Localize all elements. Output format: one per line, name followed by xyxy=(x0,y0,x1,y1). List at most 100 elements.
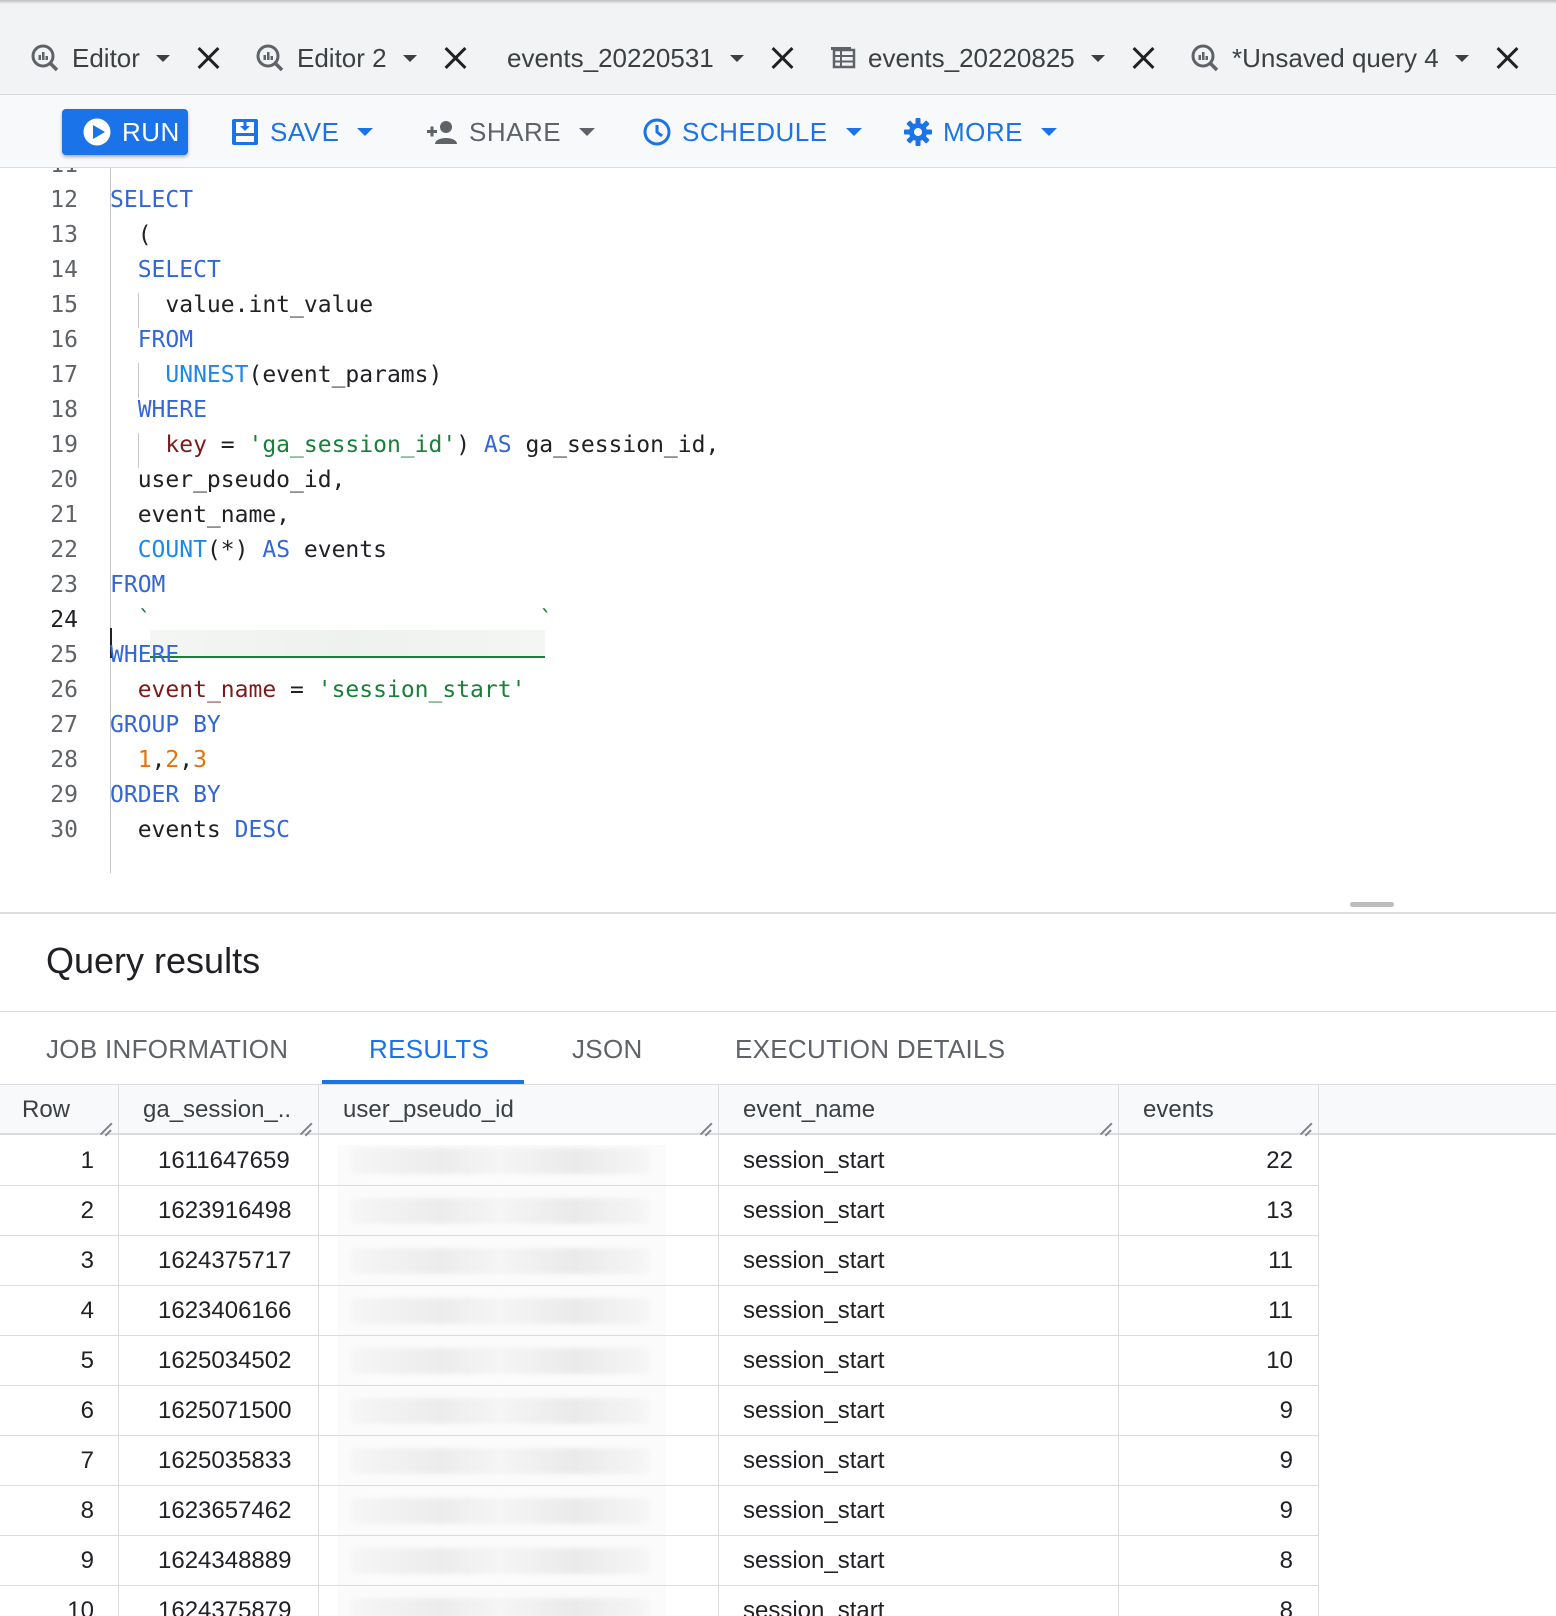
tab-job-information[interactable]: JOB INFORMATION xyxy=(46,1034,288,1065)
tab-results[interactable]: RESULTS xyxy=(369,1034,489,1065)
line-number: 15 xyxy=(50,292,78,318)
line-number: 27 xyxy=(50,712,78,738)
redacted-user-pseudo-id-cell xyxy=(350,1248,650,1274)
ga-session-id-cell: 1625034502 xyxy=(158,1347,292,1374)
column-resize-icon[interactable] xyxy=(98,1121,112,1135)
redacted-user-pseudo-id-cell xyxy=(350,1298,650,1324)
table-row[interactable]: 3 1624375717 session_start 11 xyxy=(0,1236,1318,1286)
code-text: value.int_value xyxy=(110,292,374,318)
column-resize-icon[interactable] xyxy=(298,1121,312,1135)
code-line[interactable]: 22 COUNT(*) AS events xyxy=(0,537,1556,573)
table-row[interactable]: 4 1623406166 session_start 11 xyxy=(0,1286,1318,1336)
close-icon[interactable] xyxy=(770,45,796,71)
results-table: Row ga_session_... user_pseudo_id event_… xyxy=(0,1085,1556,1616)
tab-editor-2[interactable]: Editor 2 xyxy=(255,36,469,80)
row-number-cell: 10 xyxy=(67,1597,94,1616)
row-number-cell: 4 xyxy=(80,1297,94,1324)
redacted-user-pseudo-id-cell xyxy=(350,1498,650,1524)
table-icon xyxy=(830,43,856,73)
code-line[interactable]: 21 event_name, xyxy=(0,502,1556,538)
run-label: RUN xyxy=(122,116,180,147)
row-number-cell: 5 xyxy=(80,1347,94,1374)
code-line[interactable]: 17 UNNEST(event_params) xyxy=(0,362,1556,398)
close-icon[interactable] xyxy=(1131,45,1157,71)
ga-session-id-cell: 1625035833 xyxy=(158,1447,292,1474)
chevron-down-icon[interactable] xyxy=(402,54,417,62)
code-text: FROM xyxy=(110,572,166,598)
code-line[interactable]: 11 xyxy=(0,168,1556,188)
tab-label: Editor xyxy=(72,42,140,73)
code-line[interactable]: 30 events DESC xyxy=(0,817,1556,853)
split-divider xyxy=(0,912,1556,914)
save-button[interactable]: SAVE xyxy=(230,109,374,155)
close-icon[interactable] xyxy=(196,45,222,71)
code-line[interactable]: 25 WHERE xyxy=(0,642,1556,678)
drag-handle-icon[interactable] xyxy=(1350,902,1394,907)
code-line[interactable]: 15 value.int_value xyxy=(0,292,1556,328)
tab-editor[interactable]: Editor xyxy=(30,36,222,80)
events-cell: 9 xyxy=(1279,1447,1293,1474)
code-line[interactable]: 28 1,2,3 xyxy=(0,747,1556,783)
tab-execution-details[interactable]: EXECUTION DETAILS xyxy=(735,1034,1005,1065)
schedule-button[interactable]: SCHEDULE xyxy=(642,109,862,155)
query-toolbar: RUN SAVE SHARE SCHEDULE MORE xyxy=(0,95,1556,168)
sql-code-editor[interactable]: 1112SELECT13 (14 SELECT15 value.int_valu… xyxy=(0,168,1556,873)
close-icon[interactable] xyxy=(1495,45,1521,71)
event-name-cell: session_start xyxy=(743,1447,885,1474)
code-line[interactable]: 24 ` ` xyxy=(0,607,1556,643)
code-line[interactable]: 14 SELECT xyxy=(0,257,1556,293)
code-line[interactable]: 18 WHERE xyxy=(0,397,1556,433)
chevron-down-icon[interactable] xyxy=(1454,54,1469,62)
line-number: 17 xyxy=(50,362,78,388)
run-button[interactable]: RUN xyxy=(62,109,188,155)
redacted-user-pseudo-id-cell xyxy=(350,1598,650,1616)
share-label: SHARE xyxy=(469,116,562,147)
column-header-ga-session-id[interactable]: ga_session_... xyxy=(143,1085,293,1135)
table-row[interactable]: 5 1625034502 session_start 10 xyxy=(0,1336,1318,1386)
code-line[interactable]: 20 user_pseudo_id, xyxy=(0,467,1556,503)
table-row[interactable]: 9 1624348889 session_start 8 xyxy=(0,1536,1318,1586)
close-icon[interactable] xyxy=(443,45,469,71)
line-number: 29 xyxy=(50,782,78,808)
line-number: 14 xyxy=(50,257,78,283)
code-line[interactable]: 29 ORDER BY xyxy=(0,782,1556,818)
column-header-user-pseudo-id[interactable]: user_pseudo_id xyxy=(343,1085,703,1135)
tab-json[interactable]: JSON xyxy=(572,1034,643,1065)
chevron-down-icon xyxy=(579,128,596,136)
line-number: 24 xyxy=(50,607,78,633)
table-row[interactable]: 8 1623657462 session_start 9 xyxy=(0,1486,1318,1536)
code-text: SELECT xyxy=(110,187,194,213)
table-row[interactable]: 2 1623916498 session_start 13 xyxy=(0,1186,1318,1236)
code-line[interactable]: 16 FROM xyxy=(0,327,1556,363)
table-row[interactable]: 10 1624375879 session_start 8 xyxy=(0,1586,1318,1616)
code-line[interactable]: 23 FROM xyxy=(0,572,1556,608)
column-header-event-name[interactable]: event_name xyxy=(743,1085,1103,1135)
column-header-events[interactable]: events xyxy=(1143,1085,1303,1135)
code-text: event_name, xyxy=(110,502,291,528)
redacted-user-pseudo-id-cell xyxy=(350,1398,650,1424)
column-resize-icon[interactable] xyxy=(698,1121,712,1135)
tab-events-20220531[interactable]: events_20220531 xyxy=(507,36,796,80)
share-button[interactable]: SHARE xyxy=(425,109,596,155)
ga-session-id-cell: 1623916498 xyxy=(158,1197,292,1224)
column-resize-icon[interactable] xyxy=(1098,1121,1112,1135)
table-row[interactable]: 7 1625035833 session_start 9 xyxy=(0,1436,1318,1486)
chevron-down-icon[interactable] xyxy=(155,54,170,62)
chevron-down-icon[interactable] xyxy=(1090,54,1105,62)
column-resize-icon[interactable] xyxy=(1298,1121,1312,1135)
chevron-down-icon[interactable] xyxy=(729,54,744,62)
code-line[interactable]: 19 key = 'ga_session_id') AS ga_session_… xyxy=(0,432,1556,468)
code-line[interactable]: 12 SELECT xyxy=(0,187,1556,223)
more-button[interactable]: MORE xyxy=(903,109,1057,155)
table-row[interactable]: 6 1625071500 session_start 9 xyxy=(0,1386,1318,1436)
code-text: COUNT(*) AS events xyxy=(137,537,387,563)
table-row[interactable]: 1 1611647659 session_start 22 xyxy=(0,1136,1318,1186)
pane-splitter[interactable] xyxy=(0,873,1556,913)
code-line[interactable]: 27 GROUP BY xyxy=(0,712,1556,748)
code-line[interactable]: 13 ( xyxy=(0,222,1556,258)
tab-label: events_20220825 xyxy=(868,42,1075,73)
code-line[interactable]: 26 event_name = 'session_start' xyxy=(0,677,1556,713)
ga-session-id-cell: 1611647659 xyxy=(158,1147,290,1174)
tab-unsaved-query-4[interactable]: *Unsaved query 4 xyxy=(1190,36,1521,80)
tab-events-20220825[interactable]: events_20220825 xyxy=(830,36,1157,80)
